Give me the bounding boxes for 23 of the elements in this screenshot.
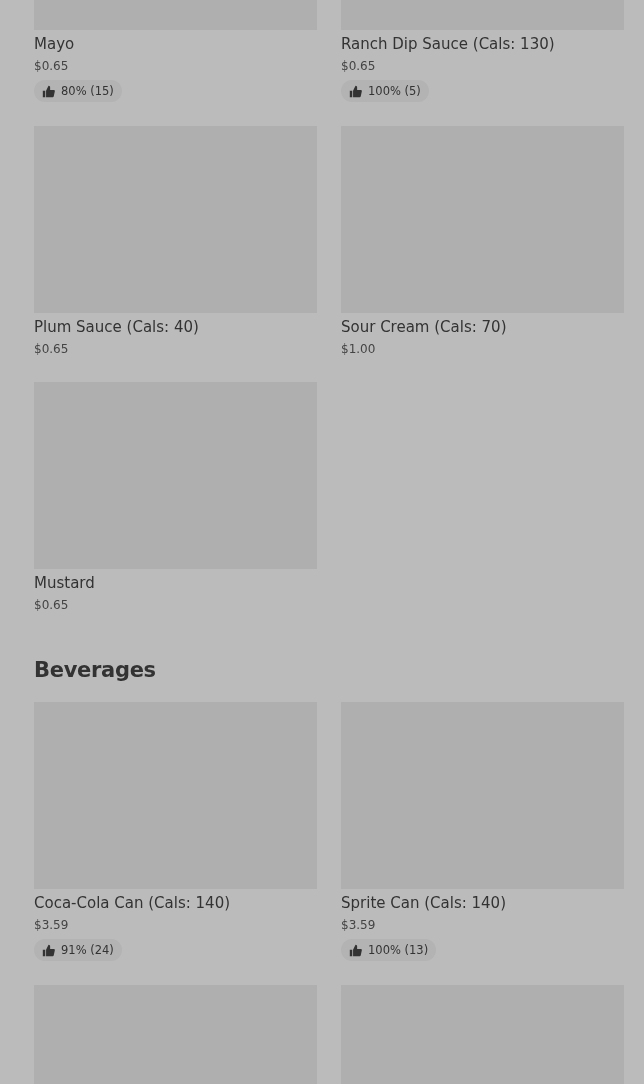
item-price: $0.65 xyxy=(34,58,69,75)
item-name: Sour Cream (Cals: 70) xyxy=(341,317,507,337)
thumbs-up-icon xyxy=(349,943,362,957)
item-name: Plum Sauce (Cals: 40) xyxy=(34,317,199,337)
rating-text: 91% (24) xyxy=(61,943,114,957)
item-price: $1.00 xyxy=(341,341,376,358)
thumbs-up-icon xyxy=(42,84,55,98)
item-price: $3.59 xyxy=(34,917,69,934)
item-name: Sprite Can (Cals: 140) xyxy=(341,893,506,913)
rating-text: 100% (13) xyxy=(368,943,429,957)
rating-text: 80% (15) xyxy=(61,84,114,98)
item-name: Mustard xyxy=(34,573,95,593)
item-price: $0.65 xyxy=(341,58,376,75)
item-price: $0.65 xyxy=(34,597,69,614)
thumbs-up-icon xyxy=(42,943,55,957)
item-name: Mayo xyxy=(34,34,75,54)
item-name: Coca-Cola Can (Cals: 140) xyxy=(34,893,231,913)
item-price: $3.59 xyxy=(341,917,376,934)
thumbs-up-icon xyxy=(349,84,362,98)
item-price: $0.65 xyxy=(34,341,69,358)
section-heading: Beverages xyxy=(34,657,157,684)
rating-text: 100% (5) xyxy=(368,84,421,98)
item-name: Ranch Dip Sauce (Cals: 130) xyxy=(341,34,555,54)
